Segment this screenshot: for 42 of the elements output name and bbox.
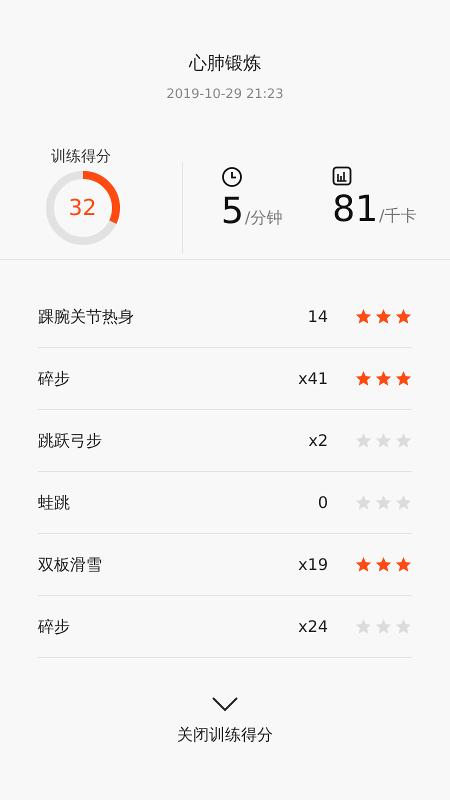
star-icon bbox=[395, 308, 412, 325]
exercise-name: 碎步 bbox=[38, 616, 71, 638]
star-icon bbox=[395, 370, 412, 387]
exercise-name: 踝腕关节热身 bbox=[38, 306, 135, 328]
star-icon bbox=[355, 494, 372, 511]
exercise-count: 0 bbox=[318, 492, 328, 514]
star-icon bbox=[375, 494, 392, 511]
star-icon bbox=[375, 308, 392, 325]
exercise-name: 蛙跳 bbox=[38, 492, 71, 514]
exercise-count: x24 bbox=[298, 616, 328, 638]
exercise-count: 14 bbox=[308, 306, 328, 328]
page-title: 心肺锻炼 bbox=[189, 52, 261, 76]
star-icon bbox=[395, 494, 412, 511]
star-icon bbox=[375, 370, 392, 387]
exercise-count: x41 bbox=[298, 368, 328, 390]
exercise-count: x19 bbox=[298, 554, 328, 576]
score-label: 训练得分 bbox=[51, 146, 111, 166]
exercise-count: x2 bbox=[308, 430, 328, 452]
star-icon bbox=[375, 618, 392, 635]
date-time: 2019-10-29 21:23 bbox=[166, 86, 284, 104]
star-icon bbox=[355, 618, 372, 635]
close-score-button[interactable]: 关闭训练得分 bbox=[177, 724, 273, 746]
star-icon bbox=[355, 308, 372, 325]
star-icon bbox=[395, 556, 412, 573]
star-icon bbox=[375, 432, 392, 449]
exercise-name: 碎步 bbox=[38, 368, 71, 390]
star-icon bbox=[355, 432, 372, 449]
star-icon bbox=[395, 432, 412, 449]
bar-chart-icon bbox=[332, 166, 352, 186]
chevron-down-icon[interactable] bbox=[211, 696, 239, 712]
star-icon bbox=[355, 556, 372, 573]
exercise-name: 跳跃弓步 bbox=[38, 430, 103, 452]
star-icon bbox=[395, 618, 412, 635]
exercise-name: 双板滑雪 bbox=[38, 554, 103, 576]
star-icon bbox=[355, 370, 372, 387]
stat-value: 81 bbox=[332, 188, 378, 232]
star-icon bbox=[375, 556, 392, 573]
stat-unit: /分钟 bbox=[244, 207, 282, 229]
stat-unit: /千卡 bbox=[379, 205, 416, 227]
clock-icon bbox=[221, 166, 243, 188]
score-value: 32 bbox=[68, 194, 96, 222]
stat-value: 5 bbox=[221, 190, 244, 234]
